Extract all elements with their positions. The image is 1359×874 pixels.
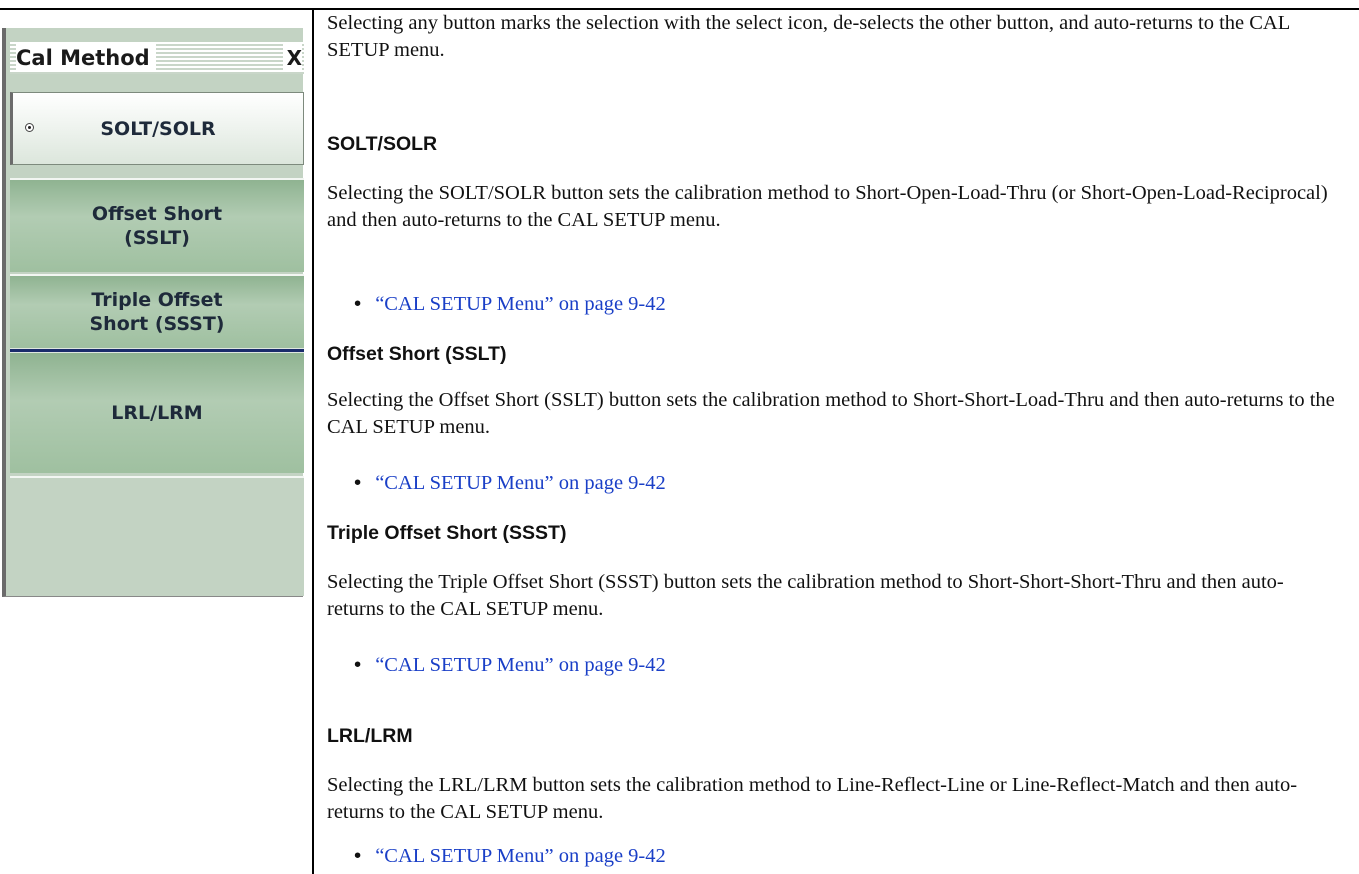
column-divider — [312, 8, 314, 874]
section-heading-solt-solr: SOLT/SOLR — [327, 133, 438, 155]
radio-selected-icon — [25, 122, 34, 132]
cal-setup-link[interactable]: “CAL SETUP Menu” on page 9-42 — [375, 293, 666, 315]
triple-offset-label-line1: Triple Offset — [91, 289, 223, 311]
offset-short-label-line2: (SSLT) — [124, 227, 190, 249]
section-body-triple-offset: Selecting the Triple Offset Short (SSST)… — [327, 571, 1284, 620]
bullet-link-triple-offset[interactable]: • “CAL SETUP Menu” on page 9-42 — [354, 653, 666, 677]
close-button[interactable]: X — [282, 44, 302, 72]
cal-setup-link[interactable]: “CAL SETUP Menu” on page 9-42 — [375, 845, 666, 867]
section-body-lrl-lrm: Selecting the LRL/LRM button sets the ca… — [327, 774, 1298, 823]
lrl-lrm-label: LRL/LRM — [111, 402, 203, 424]
intro-paragraph: Selecting any button marks the selection… — [327, 12, 1290, 61]
bullet-link-lrl-lrm[interactable]: • “CAL SETUP Menu” on page 9-42 — [354, 844, 666, 868]
bullet-icon: • — [354, 471, 362, 494]
bullet-link-offset-short[interactable]: • “CAL SETUP Menu” on page 9-42 — [354, 471, 666, 495]
offset-short-label-line1: Offset Short — [91, 203, 223, 225]
cal-method-menu: Cal Method X SOLT/SOLR Offset Short (SSL… — [2, 28, 304, 597]
section-heading-lrl-lrm: LRL/LRM — [327, 725, 413, 747]
section-body-solt-solr: Selecting the SOLT/SOLR button sets the … — [327, 182, 1328, 231]
cal-setup-link[interactable]: “CAL SETUP Menu” on page 9-42 — [375, 654, 666, 676]
bullet-icon: • — [354, 844, 362, 867]
triple-offset-label-line2: Short (SSST) — [89, 313, 225, 335]
bullet-icon: • — [354, 653, 362, 676]
menu-title: Cal Method — [16, 44, 156, 72]
offset-short-sslt-button[interactable]: Offset Short (SSLT) — [10, 180, 304, 272]
solt-solr-label: SOLT/SOLR — [100, 117, 216, 140]
lrl-lrm-button[interactable]: LRL/LRM — [10, 353, 304, 473]
section-heading-offset-short: Offset Short (SSLT) — [327, 343, 507, 365]
menu-title-bar[interactable]: Cal Method X — [10, 42, 304, 74]
solt-solr-button[interactable]: SOLT/SOLR — [10, 92, 304, 165]
triple-offset-short-ssst-button[interactable]: Triple Offset Short (SSST) — [10, 276, 304, 348]
bullet-link-solt-solr[interactable]: • “CAL SETUP Menu” on page 9-42 — [354, 292, 666, 316]
bullet-icon: • — [354, 292, 362, 315]
menu-blank-area — [10, 478, 304, 596]
section-body-offset-short: Selecting the Offset Short (SSLT) button… — [327, 389, 1335, 438]
cal-setup-link[interactable]: “CAL SETUP Menu” on page 9-42 — [375, 472, 666, 494]
section-heading-triple-offset: Triple Offset Short (SSST) — [327, 522, 567, 544]
